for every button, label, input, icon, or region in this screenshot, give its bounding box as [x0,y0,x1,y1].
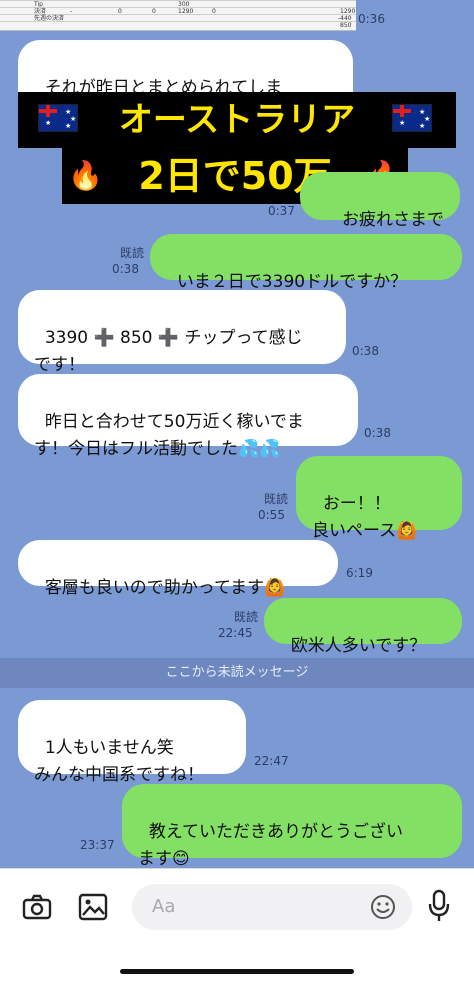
sent-message[interactable]: 欧米人多いです？ [264,598,462,656]
sent-message[interactable]: 教えていただきありがとうござい ます😊 [122,784,462,869]
australia-flag-icon: ★ ★ ★ ★ [392,104,432,132]
message-time: 0:37 [268,204,295,218]
australia-flag-icon: ★ ★ ★ ★ [38,104,78,132]
sheet-cell: 850 [340,22,352,29]
received-message[interactable]: 3390 ➕ 850 ➕ チップって感じ です！ [18,290,346,375]
message-time: 22:45 [218,626,253,640]
spreadsheet-snippet: Tip 300 決済 - 0 0 1290 0 1290 先週の決済 -440 … [0,0,356,31]
message-time: 0:38 [112,262,139,276]
camera-icon[interactable] [22,893,52,921]
home-indicator [120,969,354,974]
sheet-row: 850 [0,21,356,29]
message-text: おー！！ 良いペース🙆 [312,494,418,541]
message-text: 欧米人多いです？ [290,636,427,656]
message-text: 教えていただきありがとうござい ます😊 [138,822,403,869]
read-receipt: 既読 [119,246,144,260]
sent-message[interactable]: いま２日で3390ドルですか？ [150,234,462,292]
input-placeholder: Aa [152,896,176,917]
overlay-banner-line1: オーストラリア [18,92,456,148]
message-text: 3390 ➕ 850 ➕ チップって感じ です！ [34,328,303,375]
received-message[interactable]: 客層も良いので助かってます🙆 [18,540,338,598]
message-time: 6:19 [346,566,373,580]
message-time: 0:38 [364,426,391,440]
unread-divider: ここから未読メッセージ [0,658,474,688]
message-time: 0:36 [358,12,385,26]
composer-bar: Aa [0,868,474,985]
emoji-icon[interactable] [370,894,396,920]
received-message[interactable]: 昨日と合わせて50万近く稼いでま す！今日はフル活動でした💦💦 [18,374,358,459]
message-time: 0:38 [352,344,379,358]
message-time: 22:47 [254,754,289,768]
message-time: 0:55 [258,508,285,522]
message-input[interactable]: Aa [132,884,412,930]
message-text: 客層も良いので助かってます🙆 [44,578,286,598]
message-time: 23:37 [80,838,115,852]
microphone-icon[interactable] [428,889,450,923]
read-receipt: 既読 [233,610,258,624]
received-message[interactable]: 1人もいません笑 みんな中国系ですね！ [18,700,246,785]
sent-message[interactable]: おー！！ 良いペース🙆 [296,456,462,541]
banner-text: オーストラリア [118,100,356,140]
image-icon[interactable] [78,893,108,921]
fire-icon: 🔥 [68,159,103,192]
message-text: いま２日で3390ドルですか？ [176,272,408,292]
message-text: 昨日と合わせて50万近く稼いでま す！今日はフル活動でした💦💦 [34,412,304,459]
unread-divider-label: ここから未読メッセージ [165,665,309,680]
read-receipt: 既読 [263,492,288,506]
sent-message[interactable]: お疲れさまです！ [300,172,460,257]
message-text: 1人もいません笑 みんな中国系ですね！ [34,738,204,785]
